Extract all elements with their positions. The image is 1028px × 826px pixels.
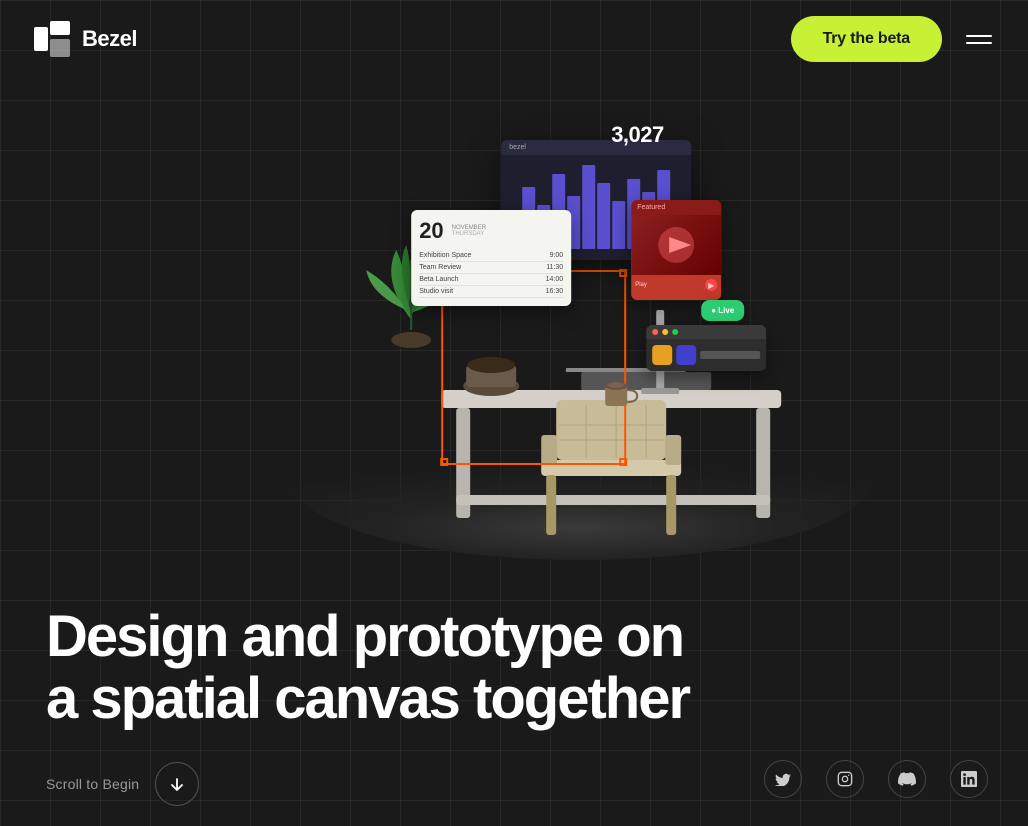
hero-headline: Design and prototype on a spatial canvas… xyxy=(46,606,689,731)
discord-button[interactable] xyxy=(888,760,926,798)
hero-text-block: Design and prototype on a spatial canvas… xyxy=(46,606,689,731)
nav-right: Try the beta xyxy=(791,16,996,62)
hero-headline-line1: Design and prototype on xyxy=(46,604,683,669)
list-date: 20 xyxy=(419,218,443,244)
list-item-3: Beta Launch 14:00 xyxy=(419,274,563,286)
logo-area: Bezel xyxy=(32,19,137,59)
brand-name: Bezel xyxy=(82,26,137,52)
3d-scene-container: bezel 3,027 xyxy=(301,80,861,560)
bar-8 xyxy=(612,201,625,249)
hamburger-line-1 xyxy=(966,35,992,37)
hamburger-menu-button[interactable] xyxy=(962,31,996,48)
list-card: 20 NOVEMBER THURSDAY Exhibition Space 9:… xyxy=(411,210,571,306)
red-media-card: Featured Play ▶ xyxy=(631,200,721,300)
browser-tabs-card xyxy=(646,325,766,371)
red-card-label: Featured xyxy=(631,200,721,215)
green-status-badge: ● Live xyxy=(701,300,744,321)
tab-icon-1 xyxy=(652,345,672,365)
hero-section: bezel 3,027 xyxy=(0,0,1028,826)
stats-number: 3,027 xyxy=(611,122,664,148)
try-beta-button[interactable]: Try the beta xyxy=(791,16,942,62)
bar-7 xyxy=(597,183,610,249)
list-item-1: Exhibition Space 9:00 xyxy=(419,250,563,262)
scroll-label: Scroll to Begin xyxy=(46,776,139,792)
linkedin-icon xyxy=(961,771,977,787)
instagram-button[interactable] xyxy=(826,760,864,798)
floating-ui-cards: bezel 3,027 xyxy=(301,80,861,560)
scroll-down-button[interactable] xyxy=(155,762,199,806)
play-icon: ▶ xyxy=(705,279,717,291)
scroll-indicator: Scroll to Begin xyxy=(46,762,199,806)
discord-icon xyxy=(898,772,916,786)
list-sub: THURSDAY xyxy=(452,231,486,237)
twitter-button[interactable] xyxy=(764,760,802,798)
close-dot xyxy=(652,329,658,335)
linkedin-button[interactable] xyxy=(950,760,988,798)
bar-6 xyxy=(582,165,595,249)
red-card-footer: Play ▶ xyxy=(631,275,721,295)
hamburger-line-2 xyxy=(966,42,992,44)
tabs-bar xyxy=(646,325,766,339)
twitter-icon xyxy=(775,772,791,786)
navbar: Bezel Try the beta xyxy=(0,0,1028,78)
social-icons-bar xyxy=(764,760,988,798)
coffee-mug xyxy=(599,372,639,412)
list-item-4: Studio visit 16:30 xyxy=(419,286,563,298)
tab-url-bar xyxy=(700,351,760,359)
hero-headline-line2: a spatial canvas together xyxy=(46,666,689,731)
bezel-logo-icon xyxy=(32,19,72,59)
minimize-dot xyxy=(662,329,668,335)
tabs-content xyxy=(646,339,766,371)
instagram-icon xyxy=(837,771,853,787)
arrow-down-icon xyxy=(169,776,185,792)
list-card-header: 20 NOVEMBER THURSDAY xyxy=(419,218,563,244)
maximize-dot xyxy=(672,329,678,335)
tab-icon-2 xyxy=(676,345,696,365)
list-item-2: Team Review 11:30 xyxy=(419,262,563,274)
red-card-image xyxy=(631,215,721,275)
